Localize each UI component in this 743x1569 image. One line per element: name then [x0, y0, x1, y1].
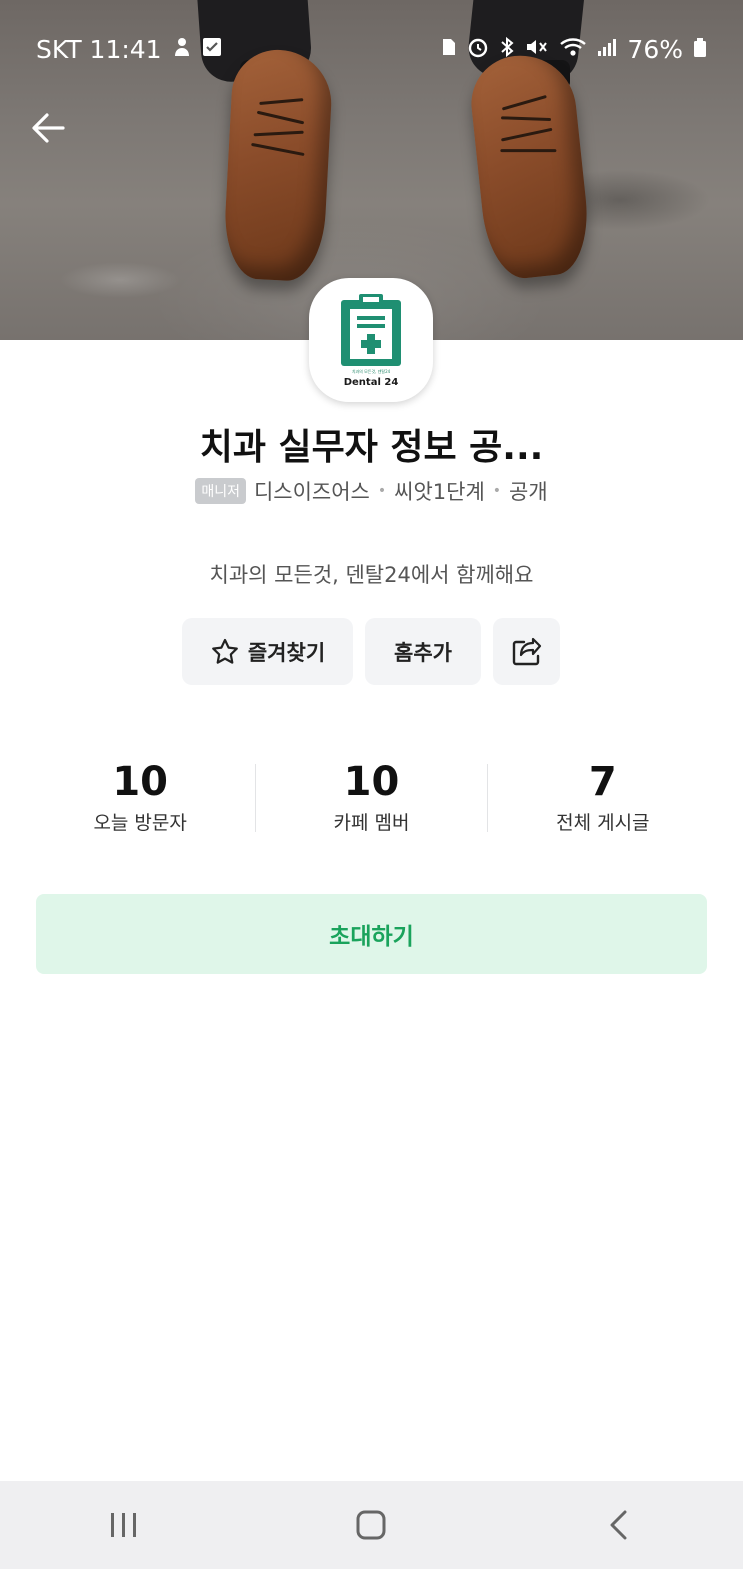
invite-label: 초대하기 [329, 924, 414, 950]
cafe-owner[interactable]: 디스이즈어스 [254, 476, 370, 506]
sim-icon [441, 37, 457, 62]
stat-value: 10 [343, 759, 400, 805]
stat-today-visitors: 10 오늘 방문자 [25, 760, 255, 835]
cafe-logo: 치과의 모든것, 덴탈24 Dental 24 [309, 278, 433, 402]
clipboard-medical-icon [341, 294, 401, 366]
back-button[interactable] [22, 104, 74, 152]
cover-photo-boot [466, 50, 594, 282]
battery-icon [693, 36, 707, 63]
battery-percent: 76% [627, 34, 683, 64]
cafe-meta: 매니저 디스이즈어스 • 씨앗1단계 • 공개 [0, 476, 743, 506]
checkbox-icon [202, 37, 222, 62]
action-row: 즐겨찾기 홈추가 [182, 618, 560, 685]
stats-row: 10 오늘 방문자 10 카페 멤버 7 전체 게시글 [25, 760, 718, 835]
home-icon [356, 1510, 386, 1540]
logo-text: Dental 24 [343, 377, 399, 388]
cafe-home-screen: SKT 11:41 76% 치과의 모든것, 덴탈24 Dental 24 치과… [0, 0, 743, 1569]
share-icon [512, 637, 541, 665]
stat-value: 7 [588, 759, 617, 805]
arrow-left-icon [32, 113, 65, 143]
back-icon [610, 1510, 627, 1540]
cafe-level: 씨앗1단계 [394, 480, 485, 504]
status-right: 76% [441, 35, 707, 64]
status-bar: SKT 11:41 76% [0, 28, 743, 70]
stat-value: 10 [112, 759, 168, 805]
recent-apps-icon [110, 1513, 136, 1537]
add-home-button[interactable]: 홈추가 [365, 618, 481, 685]
logo-tagline: 치과의 모든것, 덴탈24 [351, 369, 391, 374]
cafe-title: 치과 실무자 정보 공... [199, 427, 544, 468]
back-nav-button[interactable] [579, 1495, 659, 1555]
cafe-visibility: 공개 [509, 480, 548, 504]
add-home-label: 홈추가 [394, 640, 452, 665]
alarm-icon [467, 36, 489, 63]
mute-icon [525, 36, 549, 63]
bluetooth-icon [499, 36, 515, 63]
cafe-description: 치과의 모든것, 덴탈24에서 함께해요 [209, 563, 534, 587]
signal-icon [597, 36, 617, 63]
separator-dot: • [377, 483, 387, 499]
separator-dot: • [492, 483, 502, 499]
stat-label: 전체 게시글 [556, 812, 650, 834]
cover-photo-boot [222, 47, 334, 283]
stat-label: 오늘 방문자 [93, 812, 187, 834]
invite-button[interactable]: 초대하기 [36, 894, 707, 974]
favorite-label: 즐겨찾기 [247, 640, 326, 665]
recent-apps-button[interactable] [84, 1495, 164, 1555]
stat-members[interactable]: 10 카페 멤버 [256, 760, 486, 835]
manager-badge: 매니저 [195, 478, 246, 504]
share-button[interactable] [493, 618, 560, 685]
person-icon [172, 36, 192, 63]
star-icon [211, 638, 238, 664]
stat-total-posts[interactable]: 7 전체 게시글 [488, 760, 718, 835]
carrier-time: SKT 11:41 [36, 34, 162, 64]
wifi-icon [559, 36, 587, 63]
home-nav-button[interactable] [331, 1495, 411, 1555]
system-nav-bar [0, 1481, 743, 1569]
stat-label: 카페 멤버 [333, 812, 410, 834]
favorite-button[interactable]: 즐겨찾기 [182, 618, 353, 685]
status-left: SKT 11:41 [36, 35, 222, 64]
